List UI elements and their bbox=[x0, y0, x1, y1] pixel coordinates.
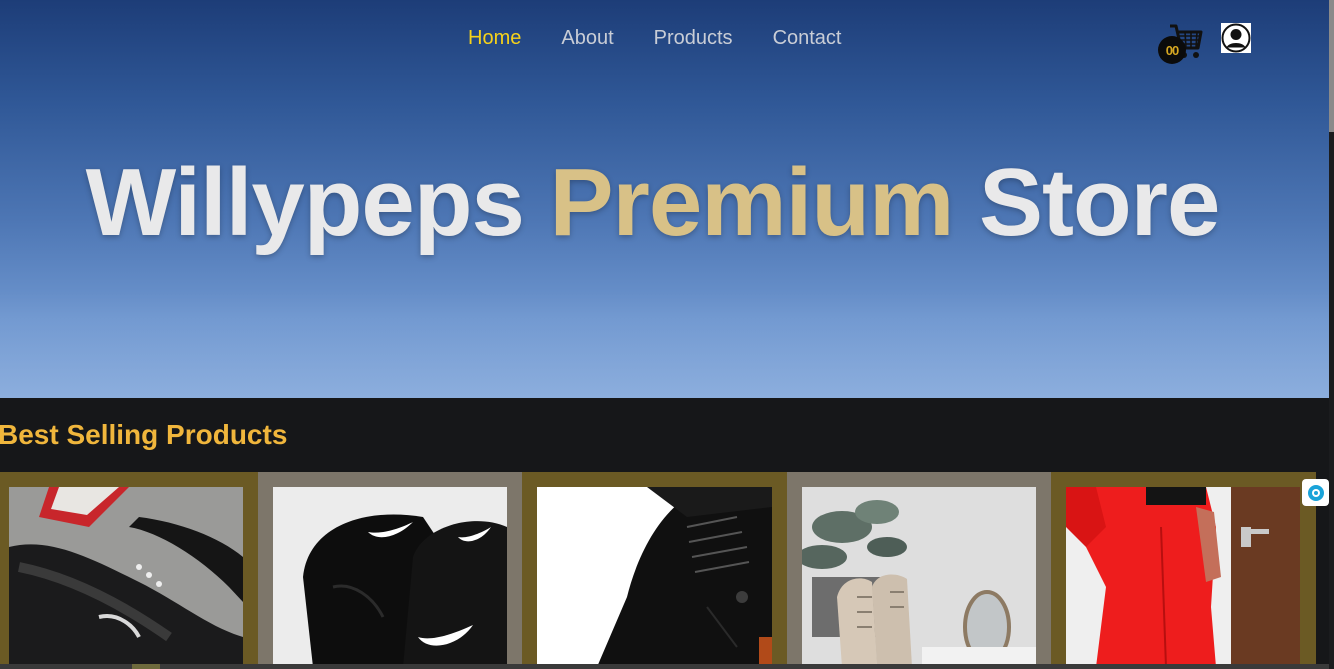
product-image bbox=[273, 487, 507, 667]
page-scrollbar-thumb[interactable] bbox=[1329, 0, 1334, 132]
chat-bubble-icon bbox=[1307, 484, 1324, 501]
best-selling-heading: Best Selling Products bbox=[0, 419, 288, 450]
store-title-accent: Premium bbox=[549, 149, 955, 256]
product-image bbox=[1066, 487, 1300, 667]
product-card[interactable] bbox=[522, 472, 787, 669]
product-image bbox=[537, 487, 772, 667]
nav-products[interactable]: Products bbox=[654, 26, 733, 50]
nav-contact[interactable]: Contact bbox=[773, 26, 842, 50]
horizontal-scrollbar-track[interactable] bbox=[0, 664, 1329, 669]
product-card[interactable] bbox=[258, 472, 522, 669]
user-avatar-icon bbox=[1221, 23, 1251, 53]
chat-widget-button[interactable] bbox=[1302, 479, 1329, 506]
product-row bbox=[0, 472, 1316, 669]
product-image bbox=[802, 487, 1036, 667]
product-image bbox=[9, 487, 243, 667]
product-card[interactable] bbox=[1051, 472, 1316, 669]
nav-about[interactable]: About bbox=[561, 26, 613, 50]
store-title-name: Willypeps bbox=[85, 149, 550, 256]
store-title-suffix: Store bbox=[953, 149, 1220, 256]
product-card[interactable] bbox=[787, 472, 1051, 669]
main-nav: Home About Products Contact bbox=[468, 26, 842, 50]
cart-button[interactable]: 00 bbox=[1158, 22, 1204, 66]
product-card[interactable] bbox=[0, 472, 258, 669]
user-account-button[interactable] bbox=[1221, 23, 1251, 53]
horizontal-scrollbar-thumb[interactable] bbox=[132, 664, 160, 669]
nav-home[interactable]: Home bbox=[468, 26, 521, 50]
store-title: Willypeps Premium Store bbox=[0, 148, 1305, 258]
cart-count-badge: 00 bbox=[1158, 36, 1186, 64]
hero-sky-haze bbox=[0, 290, 1329, 398]
